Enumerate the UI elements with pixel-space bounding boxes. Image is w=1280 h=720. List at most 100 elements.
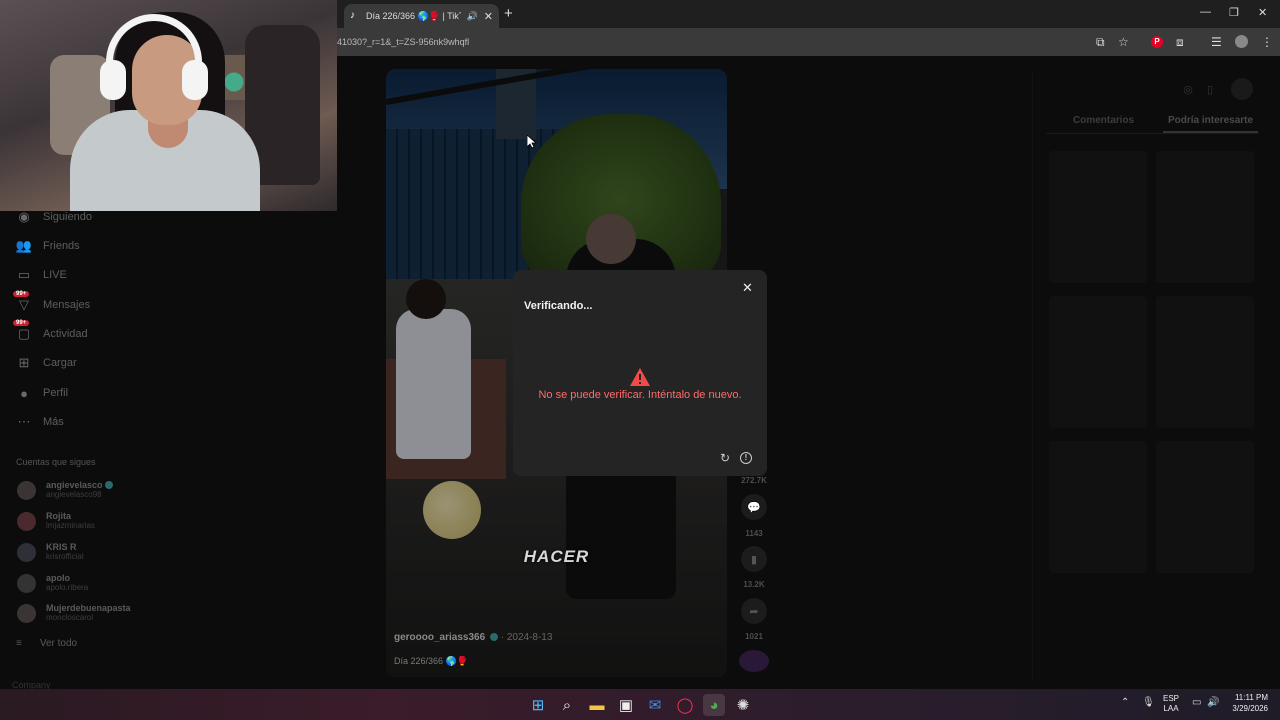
recommended-thumbnail[interactable] [1049, 296, 1147, 428]
file-explorer-icon[interactable]: ▬ [586, 694, 608, 716]
sidebar-item-activity[interactable]: ▢ 99+ Actividad [13, 320, 88, 344]
sidebar-item-messages[interactable]: ▽ 99+ Mensajes [13, 291, 90, 315]
see-all-link[interactable]: ≡ Ver todo [16, 638, 77, 649]
account-item[interactable]: Rojita lmjazminarias [17, 511, 95, 531]
sidebar-label: Perfil [43, 387, 69, 399]
tiktok-icon: ♪ [350, 10, 355, 21]
app-icon[interactable]: ✺ [732, 694, 754, 716]
volume-icon[interactable]: 🔊 [1207, 697, 1219, 708]
account-item[interactable]: KRIS R krisrofficial [17, 542, 84, 562]
account-username: angievelasco98 [46, 490, 102, 499]
error-message: No se puede verificar. Inténtalo de nuev… [538, 389, 742, 401]
sidebar-label: Siguiendo [43, 211, 92, 223]
new-tab-button[interactable]: + [504, 5, 513, 22]
video-description: Día 226/366 🌎🥊 [394, 656, 468, 666]
webcam-scene [182, 60, 208, 100]
account-item[interactable]: apolo apolo.ribera [17, 573, 88, 593]
save-button[interactable]: ▮ [741, 546, 767, 572]
close-tab-icon[interactable]: ✕ [484, 10, 493, 23]
account-item[interactable]: angievelasco angievelasco98 [17, 480, 113, 500]
like-count: 272.7K [741, 476, 767, 485]
activity-icon: ▢ 99+ [13, 320, 32, 342]
sidebar-item-profile[interactable]: ● Perfil [16, 383, 68, 403]
list-icon: ≡ [16, 638, 22, 649]
account-username: moncloscarol [46, 613, 94, 622]
opera-icon[interactable]: ◯ [674, 694, 696, 716]
search-icon[interactable]: ⌕ [556, 694, 578, 716]
active-tab-indicator [1163, 131, 1258, 133]
avatar [17, 573, 36, 593]
video-caption-overlay: HACER [523, 547, 590, 566]
minimize-button[interactable]: — [1200, 6, 1211, 18]
input-language[interactable]: ESP LAA [1163, 694, 1179, 714]
device-icon[interactable]: ▯ [1199, 78, 1221, 100]
share-count: 1021 [745, 632, 763, 641]
live-icon: ▭ [17, 267, 31, 282]
browser-menu-icon[interactable]: ⋮ [1261, 35, 1273, 49]
save-count: 13.2K [743, 580, 765, 589]
recommended-thumbnail[interactable] [1156, 296, 1254, 428]
windows-taskbar: ⊞ ⌕ ▬ ▣ ✉ ◯ ◕ ✺ ⌃ 🎙 ▭ 🔊 [0, 689, 1280, 720]
tab-divider [1046, 133, 1258, 134]
tab-title: Día 226/366 🌎🥊 | TikTok [366, 10, 461, 21]
mouse-cursor-icon [527, 135, 537, 149]
system-clock[interactable]: 11:11 PM 3/29/2026 [1226, 692, 1268, 714]
store-icon[interactable]: ▣ [615, 694, 637, 716]
avatar [17, 511, 36, 531]
sidebar-label: Más [43, 416, 64, 428]
browser-tab-tiktok[interactable]: ♪ Día 226/366 🌎🥊 | TikTok 🔊 ✕ [344, 4, 499, 28]
extensions-icon[interactable]: ⧈ [1176, 35, 1184, 50]
verified-icon [104, 481, 113, 489]
start-icon[interactable]: ⊞ [527, 694, 549, 716]
account-name: Rojita [46, 511, 72, 521]
dialog-title: Verificando... [524, 300, 593, 312]
tab-comments[interactable]: Comentarios [1073, 115, 1134, 126]
tray-overflow-icon[interactable]: ⌃ [1121, 697, 1129, 708]
restore-button[interactable]: ❐ [1229, 6, 1239, 19]
account-username: krisrofficial [46, 552, 84, 561]
install-app-icon[interactable]: ⧉ [1096, 35, 1105, 50]
sidebar-item-friends[interactable]: 👥 Friends [16, 236, 80, 256]
close-window-button[interactable]: ✕ [1258, 6, 1267, 19]
sidebar-label: Actividad [43, 328, 88, 340]
user-avatar[interactable] [1231, 78, 1253, 100]
embed-icon[interactable]: ◎ [1177, 78, 1199, 100]
account-item[interactable]: Mujerdebuenapasta moncloscarol [17, 603, 131, 623]
video-date: · 2024-8-13 [500, 632, 553, 643]
tab-recommended[interactable]: Podría interesarte [1168, 115, 1253, 126]
chrome-icon[interactable]: ◕ [703, 694, 725, 716]
avatar [17, 603, 36, 623]
bookmark-icon: ▮ [750, 553, 758, 566]
messages-badge: 99+ [13, 291, 30, 297]
recommended-thumbnail[interactable] [1049, 151, 1147, 283]
screen: ♪ Día 226/366 🌎🥊 | TikTok 🔊 ✕ + — ❐ ✕ 41… [0, 0, 1280, 720]
mail-icon[interactable]: ✉ [644, 694, 666, 716]
recommended-thumbnail[interactable] [1049, 441, 1147, 573]
recommended-thumbnail[interactable] [1156, 151, 1254, 283]
share-button[interactable]: ➦ [741, 598, 767, 624]
following-accounts-header: Cuentas que sigues [16, 457, 96, 467]
bookmark-star-icon[interactable]: ☆ [1118, 35, 1129, 49]
network-icon[interactable]: ▭ [1192, 697, 1201, 708]
refresh-icon[interactable]: ↻ [720, 451, 730, 465]
close-icon[interactable]: ✕ [742, 280, 753, 296]
recommended-thumbnail[interactable] [1156, 441, 1254, 573]
video-author[interactable]: geroooo_ariass366 · 2024-8-13 [394, 632, 552, 643]
speaker-icon[interactable]: 🔊 [467, 11, 478, 22]
webcam-overlay [0, 0, 337, 211]
sidebar-item-live[interactable]: ▭ LIVE [16, 265, 67, 285]
sidebar-item-more[interactable]: ⋯ Más [16, 412, 64, 432]
music-disc-icon[interactable] [739, 650, 769, 672]
pinterest-extension-icon[interactable]: P [1151, 36, 1163, 48]
url-field[interactable]: 41030?_r=1&_t=ZS-956nk9whqfl [337, 37, 469, 47]
microphone-icon[interactable]: 🎙 [1142, 697, 1155, 708]
comment-button[interactable]: 💬 [741, 494, 767, 520]
profile-avatar[interactable] [1235, 35, 1248, 48]
reading-list-icon[interactable]: ☰ [1211, 35, 1222, 49]
keyboard-layout: LAA [1163, 704, 1179, 713]
account-username: apolo.ribera [46, 583, 89, 592]
activity-badge: 99+ [13, 320, 30, 326]
info-icon[interactable]: ! [740, 452, 752, 464]
sidebar-item-upload[interactable]: ⊞ Cargar [16, 353, 77, 373]
verification-dialog: Verificando... ✕ No se puede verificar. … [513, 270, 767, 476]
